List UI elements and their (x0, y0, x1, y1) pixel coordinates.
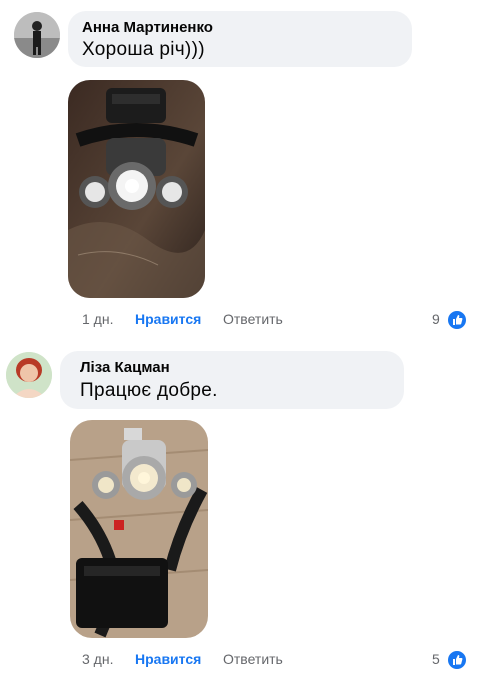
comment-time[interactable]: 3 дн. (82, 651, 113, 667)
comment-actions: 3 дн. Нравится Ответить (82, 651, 342, 669)
comment-text: Хороша річ))) (82, 39, 205, 60)
reply-button[interactable]: Ответить (223, 651, 283, 667)
comment-2: Ліза Кацман Працює добре. 3 дн. Нравится… (0, 340, 480, 681)
reply-button[interactable]: Ответить (223, 311, 283, 327)
avatar[interactable] (6, 352, 52, 398)
headlamp-photo-icon (68, 80, 205, 298)
reaction-count[interactable]: 9 (432, 311, 440, 327)
like-button[interactable]: Нравится (135, 651, 201, 667)
avatar[interactable] (14, 12, 60, 58)
comment-bubble: Ліза Кацман Працює добре. (60, 351, 404, 409)
like-reaction-icon (447, 650, 467, 670)
comment-photo[interactable] (68, 80, 205, 298)
comment-time[interactable]: 1 дн. (82, 311, 113, 327)
headlamp-photo-icon (70, 420, 208, 638)
comment-bubble: Анна Мартиненко Хороша річ))) (68, 11, 412, 67)
comment-1: Анна Мартиненко Хороша річ))) 1 дн. Нрав… (0, 0, 480, 340)
like-reaction-icon (447, 310, 467, 330)
comment-text: Працює добре. (80, 380, 218, 401)
reaction-count[interactable]: 5 (432, 651, 440, 667)
comment-actions: 1 дн. Нравится Ответить (82, 311, 342, 329)
comment-author[interactable]: Ліза Кацман (80, 359, 170, 376)
comment-author[interactable]: Анна Мартиненко (82, 19, 213, 36)
comment-photo[interactable] (70, 420, 208, 638)
like-button[interactable]: Нравится (135, 311, 201, 327)
